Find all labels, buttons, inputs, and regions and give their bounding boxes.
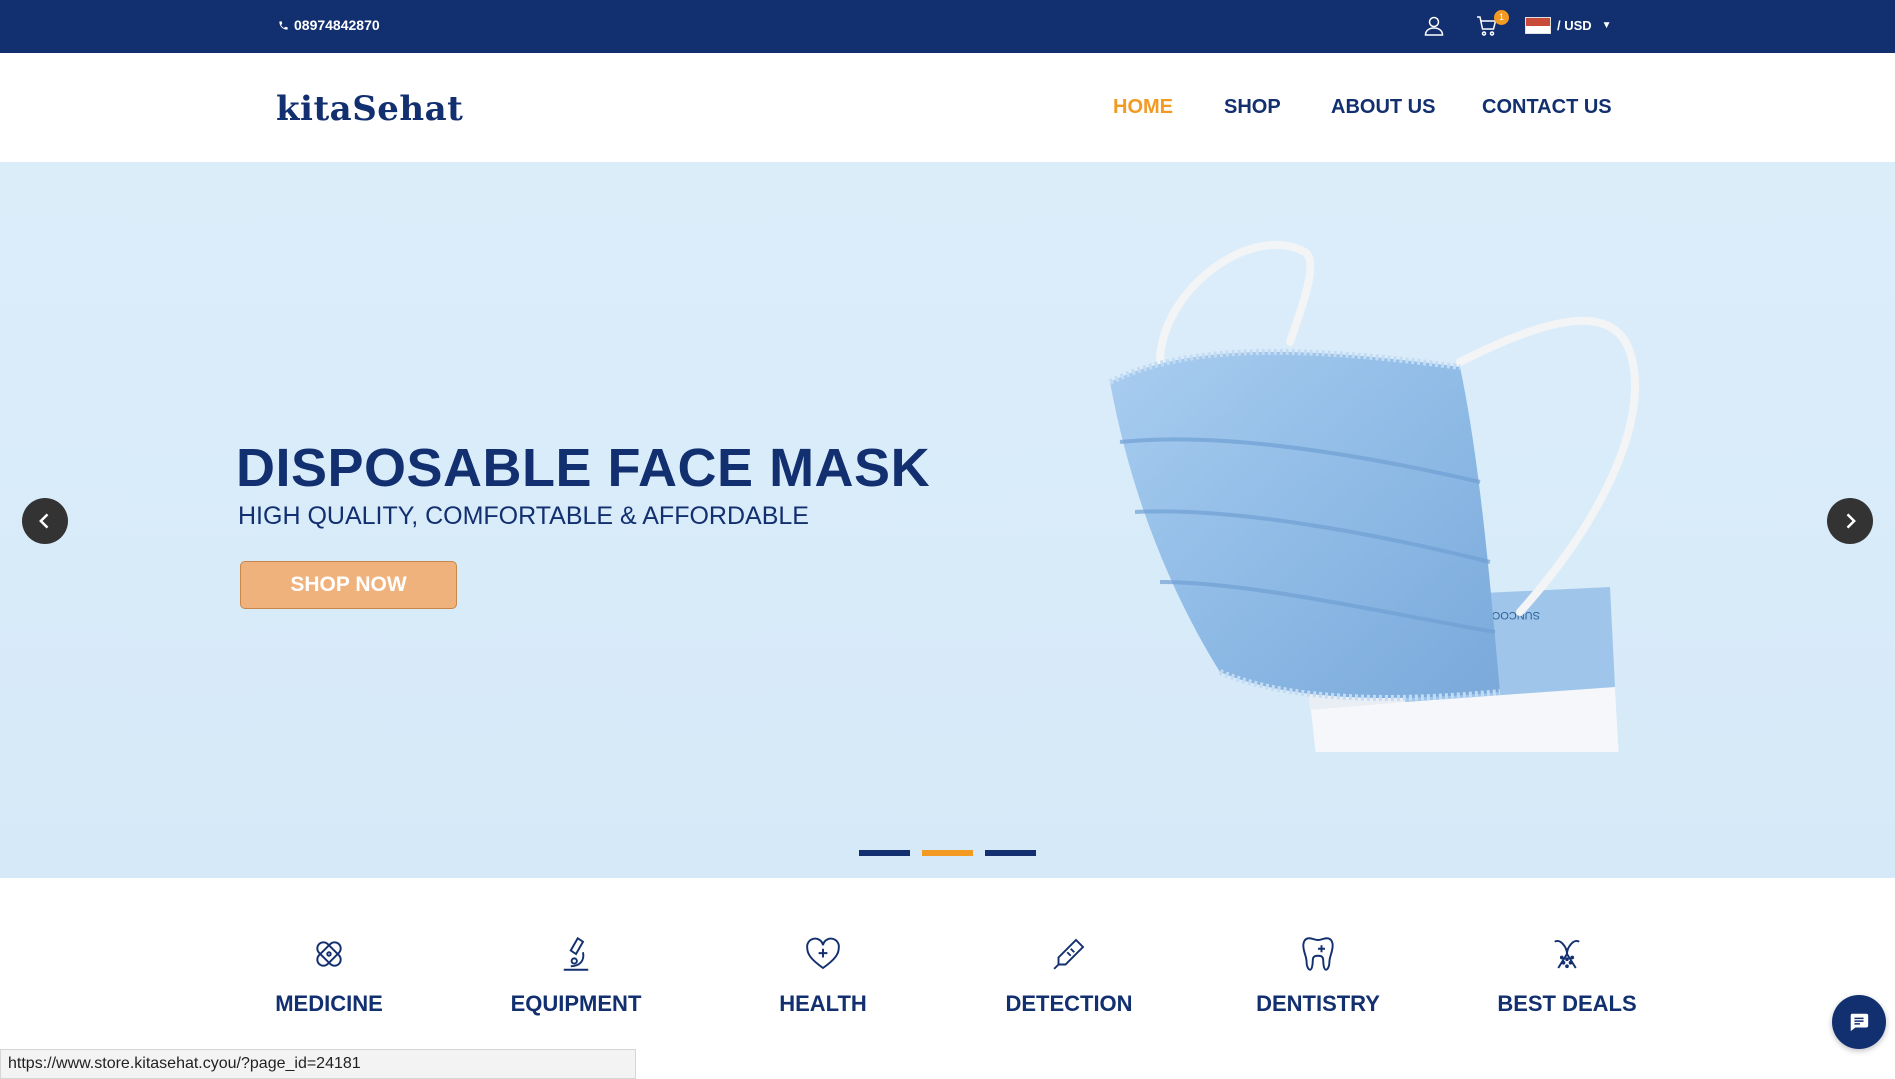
category-label: EQUIPMENT [510, 991, 642, 1016]
face-mask-image: SUNCOO [1108, 241, 1640, 752]
category-dentistry[interactable]: DENTISTRY [1208, 933, 1428, 1017]
site-logo[interactable]: kitaSehat [276, 89, 463, 129]
indonesia-flag-icon [1525, 17, 1551, 34]
category-best-deals[interactable]: BEST DEALS [1457, 933, 1677, 1017]
top-bar: 08974842870 1 / USD ▼ [0, 0, 1895, 53]
slide-dot-1[interactable] [859, 850, 910, 856]
phone-icon [279, 20, 288, 30]
slide-dot-3[interactable] [985, 850, 1036, 856]
hero-subtitle: HIGH QUALITY, COMFORTABLE & AFFORDABLE [238, 502, 809, 530]
microscope-icon [563, 936, 589, 971]
category-label: DETECTION [1005, 991, 1133, 1016]
cart-count-badge: 1 [1494, 10, 1509, 25]
bandage-icon [316, 941, 342, 967]
slider-next-button[interactable] [1827, 498, 1873, 544]
slider-prev-button[interactable] [22, 498, 68, 544]
hero-slider: DISPOSABLE FACE MASK HIGH QUALITY, COMFO… [0, 162, 1895, 878]
category-medicine[interactable]: MEDICINE [219, 933, 439, 1017]
hero-title: DISPOSABLE FACE MASK [236, 438, 931, 498]
currency-label: / USD [1557, 18, 1592, 33]
category-label: DENTISTRY [1256, 991, 1380, 1016]
heart-plus-icon [806, 937, 840, 970]
svg-text:SUNCOO: SUNCOO [1491, 609, 1540, 621]
phone-contact[interactable]: 08974842870 [278, 17, 380, 33]
chat-bubble-icon [1850, 1013, 1869, 1032]
chevron-right-icon [1846, 513, 1856, 529]
ribbon-icon [1554, 940, 1580, 969]
category-health[interactable]: HEALTH [713, 933, 933, 1017]
category-label: MEDICINE [275, 991, 383, 1016]
nav-shop[interactable]: SHOP [1224, 96, 1281, 119]
category-detection[interactable]: DETECTION [959, 933, 1179, 1017]
nav-about-us[interactable]: ABOUT US [1331, 96, 1435, 119]
caret-down-icon: ▼ [1601, 20, 1612, 31]
shop-now-button[interactable]: SHOP NOW [240, 561, 457, 609]
currency-selector[interactable]: / USD ▼ [1525, 17, 1612, 34]
link-preview-url: https://www.store.kitasehat.cyou/?page_i… [0, 1049, 636, 1079]
nav-contact-us[interactable]: CONTACT US [1482, 96, 1612, 119]
tooth-icon [1302, 937, 1334, 971]
category-label: BEST DEALS [1497, 991, 1637, 1016]
category-equipment[interactable]: EQUIPMENT [466, 933, 686, 1017]
chevron-left-icon [39, 513, 49, 529]
nav-home[interactable]: HOME [1113, 96, 1173, 119]
site-header: kitaSehat HOME SHOP ABOUT US CONTACT US [0, 53, 1895, 162]
chat-button[interactable] [1832, 995, 1886, 1049]
category-label: HEALTH [779, 991, 867, 1016]
slider-pagination [859, 850, 1036, 856]
phone-number: 08974842870 [294, 17, 380, 33]
user-account-icon[interactable] [1422, 14, 1446, 38]
thermometer-icon [1053, 938, 1085, 970]
slide-dot-2[interactable] [922, 850, 973, 856]
